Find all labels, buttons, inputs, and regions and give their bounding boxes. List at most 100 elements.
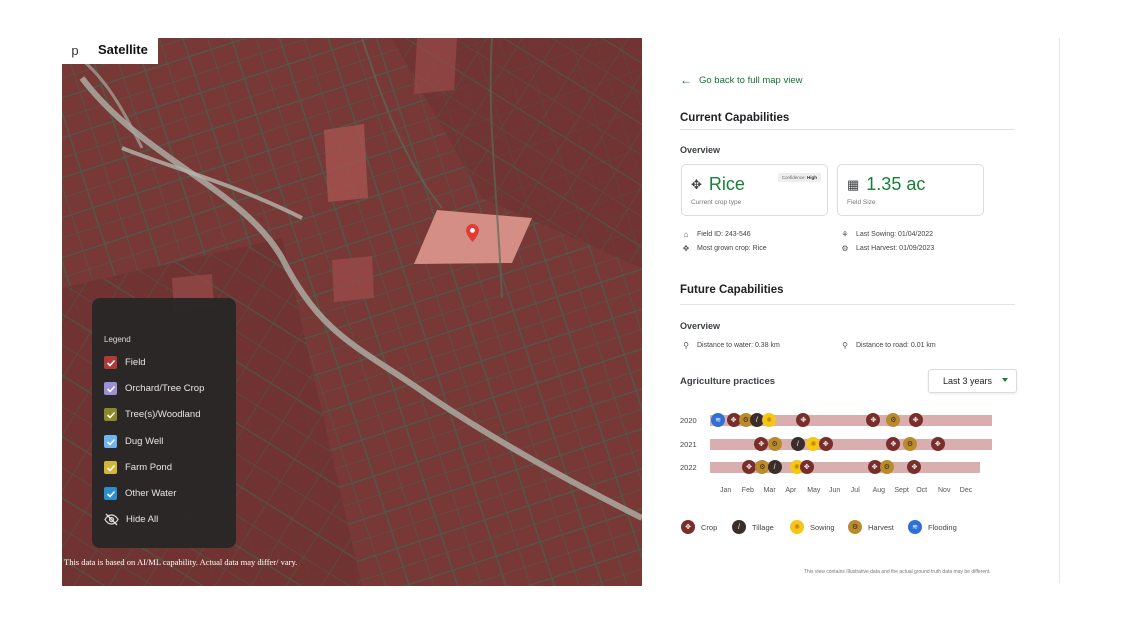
- panel-divider: [1059, 38, 1060, 583]
- practice-legend-item: ✥ Crop: [681, 520, 717, 534]
- field-size-card: ▦ 1.35 ac Field Size: [837, 164, 984, 216]
- location-marker-icon: ⚲: [683, 341, 689, 350]
- crop-type-caption: Current crop type: [691, 199, 742, 206]
- agriculture-practices-heading: Agriculture practices: [680, 376, 776, 387]
- checkbox-checked-icon[interactable]: [104, 487, 117, 500]
- checkbox-checked-icon[interactable]: [104, 461, 117, 474]
- month-label: Nov: [938, 487, 951, 494]
- crop-sprout-icon: ✥: [691, 176, 702, 192]
- harvest-icon[interactable]: ⚙: [903, 437, 918, 451]
- crop-type-card: ✥ Rice Current crop type Confidence: Hig…: [681, 164, 828, 216]
- field-id-icon: ⌂: [683, 230, 689, 239]
- footer-note: This view contains Illustrative data and…: [804, 569, 991, 575]
- month-label: Jun: [829, 487, 841, 494]
- practice-legend-label: Flooding: [928, 522, 957, 532]
- last-harvest-info: ⚙ Last Harvest: 01/09/2023: [840, 244, 934, 253]
- tab-map[interactable]: p: [62, 38, 88, 64]
- checkbox-checked-icon[interactable]: [104, 356, 117, 369]
- legend-item-label: Field: [125, 357, 146, 368]
- month-label: Jul: [850, 487, 860, 494]
- practice-legend-label: Crop: [701, 522, 718, 532]
- month-label: Jan: [720, 487, 732, 494]
- field-id-info: ⌂ Field ID: 243-546: [681, 230, 751, 239]
- tab-satellite[interactable]: Satellite: [88, 38, 158, 64]
- field-id-text: Field ID: 243-546: [697, 231, 751, 238]
- harvest-icon[interactable]: ⚙: [879, 460, 894, 474]
- crop-icon[interactable]: ✥: [908, 413, 923, 427]
- legend-title: Legend: [104, 335, 131, 344]
- flooding-icon[interactable]: ≋: [711, 413, 725, 427]
- most-grown-info: ✥ Most grown crop: Rice: [681, 244, 767, 253]
- legend-item-other-water[interactable]: Other Water: [104, 487, 176, 500]
- harvester-icon: ⚙: [841, 244, 849, 253]
- crop-icon: ✥: [681, 520, 695, 534]
- map-type-tabs: p Satellite: [62, 38, 158, 64]
- month-label: Sept: [894, 487, 909, 494]
- tillage-icon[interactable]: /: [790, 437, 805, 451]
- checkbox-checked-icon[interactable]: [104, 435, 117, 448]
- practice-legend-item: ≋ Flooding: [908, 520, 957, 534]
- last-sowing-text: Last Sowing: 01/04/2022: [856, 231, 934, 238]
- hide-all-button[interactable]: Hide All: [104, 513, 158, 526]
- location-marker-icon: ⚲: [842, 341, 848, 350]
- harvest-icon[interactable]: ⚙: [767, 437, 782, 451]
- legend-item-farm-pond[interactable]: Farm Pond: [104, 461, 172, 474]
- month-label: Dec: [959, 487, 973, 494]
- practice-legend-item: / Tillage: [732, 520, 774, 534]
- month-label: May: [807, 487, 821, 494]
- location-pin-icon[interactable]: [466, 224, 479, 247]
- practice-legend-label: Tillage: [752, 522, 774, 532]
- map-legend: Legend Field Orchard/Tree Crop Tree(s)/W…: [92, 298, 236, 548]
- field-size-caption: Field Size: [847, 199, 876, 206]
- distance-road-text: Distance to road: 0.01 km: [856, 342, 936, 349]
- sowing-icon: ✺: [790, 520, 804, 534]
- last-harvest-text: Last Harvest: 01/09/2023: [856, 245, 935, 252]
- crop-value: ✥ Rice: [691, 174, 745, 195]
- sowing-icon[interactable]: ✺: [762, 413, 777, 427]
- crop-sprout-icon: ✥: [682, 244, 690, 253]
- timeline-year-label: 2020: [680, 416, 697, 425]
- legend-item-label: Farm Pond: [125, 462, 172, 473]
- back-link-label: Go back to full map view: [699, 74, 803, 86]
- crop-icon[interactable]: ✥: [799, 460, 814, 474]
- checkbox-checked-icon[interactable]: [104, 382, 117, 395]
- month-label: Apr: [785, 487, 797, 494]
- current-capabilities-heading: Current Capabilities: [680, 112, 790, 124]
- confidence-badge: Confidence: High: [777, 173, 821, 182]
- current-overview-heading: Overview: [680, 145, 721, 155]
- year-range-select[interactable]: Last 3 years: [928, 369, 1017, 393]
- legend-item-woodland[interactable]: Tree(s)/Woodland: [104, 408, 201, 421]
- harvest-icon: ⚙: [848, 520, 862, 534]
- distance-water-text: Distance to water: 0.38 km: [697, 342, 780, 349]
- legend-item-field[interactable]: Field: [104, 356, 146, 369]
- arrow-left-icon: ←: [680, 73, 692, 87]
- sowing-icon: ⚘: [841, 230, 849, 239]
- confidence-value: High: [807, 175, 817, 180]
- grid-area-icon: ▦: [847, 176, 860, 192]
- crop-icon[interactable]: ✥: [818, 437, 833, 451]
- practice-legend-label: Harvest: [868, 522, 894, 532]
- back-to-map-link[interactable]: ← Go back to full map view: [680, 73, 803, 87]
- divider: [680, 304, 1015, 305]
- month-label: Mar: [763, 487, 776, 494]
- practice-legend-item: ⚙ Harvest: [848, 520, 894, 534]
- legend-item-label: Tree(s)/Woodland: [125, 409, 201, 420]
- future-capabilities-heading: Future Capabilities: [680, 284, 784, 296]
- timeline-year-label: 2021: [680, 440, 697, 449]
- divider: [680, 129, 1015, 130]
- timeline-year-label: 2022: [680, 463, 697, 472]
- year-range-value: Last 3 years: [943, 376, 993, 386]
- crop-type-value: Rice: [708, 174, 745, 194]
- practice-legend-label: Sowing: [810, 522, 835, 532]
- month-label: Aug: [872, 487, 886, 494]
- legend-item-label: Dug Well: [125, 436, 164, 447]
- checkbox-checked-icon[interactable]: [104, 408, 117, 421]
- legend-item-orchard[interactable]: Orchard/Tree Crop: [104, 382, 204, 395]
- chevron-down-icon: [1002, 378, 1008, 382]
- tillage-icon[interactable]: /: [767, 460, 782, 474]
- eye-off-icon: [104, 513, 119, 526]
- legend-item-dug-well[interactable]: Dug Well: [104, 435, 163, 448]
- flooding-icon: ≋: [908, 520, 922, 534]
- crop-icon[interactable]: ✥: [930, 437, 945, 451]
- crop-icon[interactable]: ✥: [742, 460, 757, 474]
